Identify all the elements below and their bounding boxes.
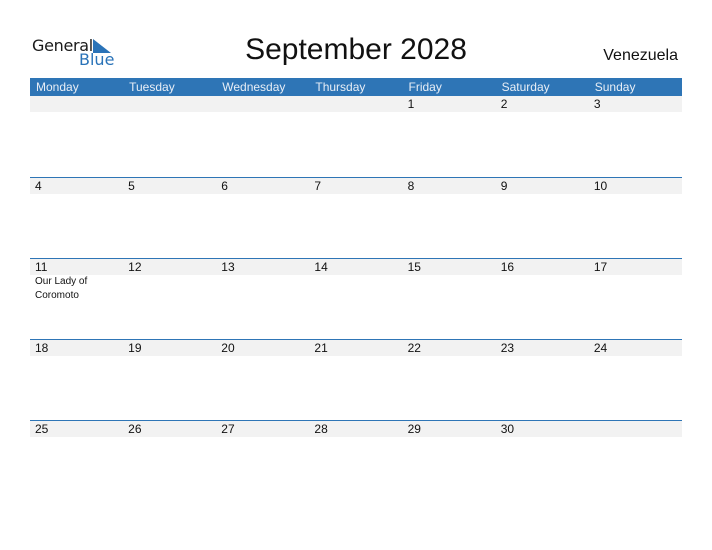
day-cell: 1 — [403, 96, 496, 174]
day-number: 28 — [314, 422, 328, 436]
day-cell: 24 — [589, 340, 682, 418]
calendar-week: 25 26 27 28 29 30 — [30, 420, 682, 500]
day-cell — [216, 96, 309, 174]
day-cell: 13 — [216, 259, 309, 337]
day-cell — [589, 421, 682, 499]
day-number: 16 — [500, 260, 515, 274]
day-number: 30 — [500, 422, 515, 436]
day-cell: 3 — [589, 96, 682, 174]
day-cell: 28 — [309, 421, 402, 499]
day-number: 22 — [407, 341, 421, 355]
day-number: 15 — [407, 260, 421, 274]
day-number: 17 — [593, 260, 608, 274]
day-cell: 12 — [123, 259, 216, 337]
day-number: 18 — [35, 341, 49, 355]
day-cell: 10 — [589, 178, 682, 256]
day-cell: 27 — [216, 421, 309, 499]
weekday-saturday: Saturday — [501, 80, 550, 94]
day-number: 29 — [407, 422, 421, 436]
calendar-week: 1 2 3 — [30, 96, 682, 176]
day-number: 19 — [128, 341, 142, 355]
holiday-label: Our Lady of Coromoto — [35, 276, 88, 301]
calendar-week: 18 19 20 21 22 23 24 — [30, 339, 682, 419]
day-number: 27 — [221, 422, 235, 436]
day-cell: 19 — [123, 340, 216, 418]
weekday-monday: Monday — [36, 80, 79, 94]
day-cell: 20 — [216, 340, 309, 418]
day-number: 26 — [128, 422, 142, 436]
day-cell: 30 — [496, 421, 589, 499]
day-number: 23 — [500, 341, 515, 355]
day-cell: 18 — [30, 340, 123, 418]
day-cell: 29 — [403, 421, 496, 499]
day-cell — [309, 96, 402, 174]
day-number: 25 — [35, 422, 49, 436]
day-cell: 7 — [309, 178, 402, 256]
day-number: 5 — [128, 179, 135, 193]
day-number: 7 — [314, 179, 322, 193]
day-cell: 22 — [403, 340, 496, 418]
day-cell: 6 — [216, 178, 309, 256]
day-number: 13 — [221, 260, 235, 274]
day-number: 20 — [221, 341, 235, 355]
weekday-tuesday: Tuesday — [129, 80, 175, 94]
day-cell: 23 — [496, 340, 589, 418]
day-number: 1 — [407, 97, 415, 111]
weekday-wednesday: Wednesday — [222, 80, 286, 94]
day-number: 21 — [314, 341, 328, 355]
day-cell: 2 — [496, 96, 589, 174]
day-number: 24 — [593, 341, 608, 355]
day-cell: 16 — [496, 259, 589, 337]
day-number: 14 — [314, 260, 328, 274]
weekday-header: Monday Tuesday Wednesday Thursday Friday… — [30, 78, 682, 96]
day-number: 2 — [500, 97, 508, 111]
day-cell: 11 Our Lady of Coromoto — [30, 259, 123, 337]
day-number: 10 — [593, 179, 608, 193]
day-cell: 14 — [309, 259, 402, 337]
day-cell — [123, 96, 216, 174]
day-number: 4 — [35, 179, 42, 193]
day-cell: 15 — [403, 259, 496, 337]
day-number: 8 — [407, 179, 415, 193]
day-number: 12 — [128, 260, 142, 274]
weekday-sunday: Sunday — [594, 80, 636, 94]
day-cell: 5 — [123, 178, 216, 256]
day-cell: 9 — [496, 178, 589, 256]
day-number: 11 — [35, 260, 48, 274]
day-cell: 21 — [309, 340, 402, 418]
day-cell: 17 — [589, 259, 682, 337]
calendar-week: 4 5 6 7 8 9 10 — [30, 177, 682, 257]
calendar-week: 11 Our Lady of Coromoto 12 13 14 15 16 17 — [30, 258, 682, 338]
day-cell — [30, 96, 123, 174]
day-cell: 26 — [123, 421, 216, 499]
day-number: 6 — [221, 179, 228, 193]
day-number: 9 — [500, 179, 508, 193]
day-cell: 8 — [403, 178, 496, 256]
day-cell: 25 — [30, 421, 123, 499]
day-cell: 4 — [30, 178, 123, 256]
weekday-thursday: Thursday — [315, 80, 366, 94]
day-number: 3 — [593, 97, 601, 111]
country-label: Venezuela — [603, 47, 678, 64]
weekday-friday: Friday — [408, 80, 442, 94]
